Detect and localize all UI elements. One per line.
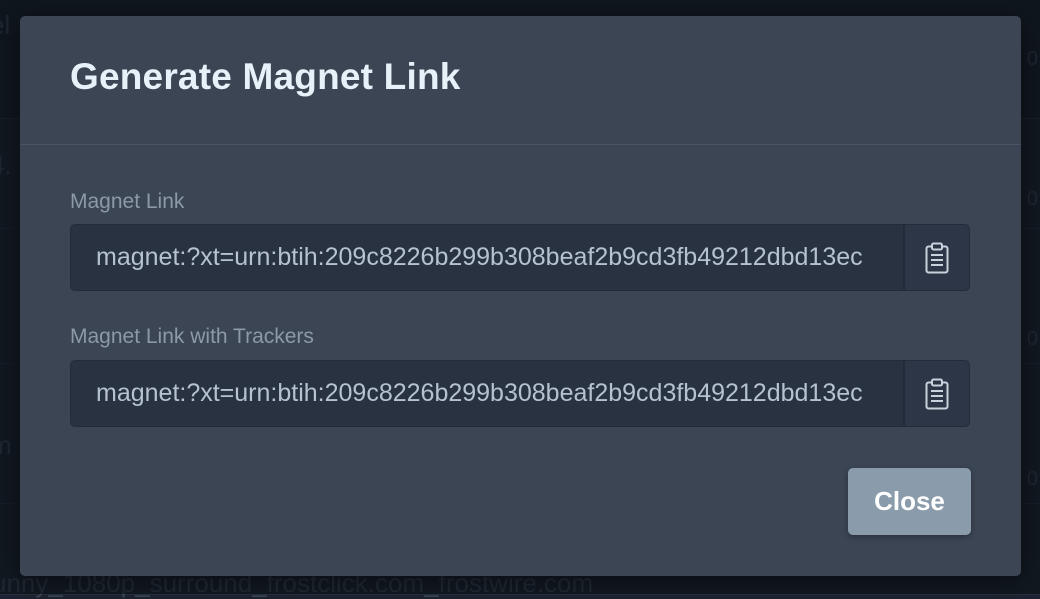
- copy-magnet-link-trackers-button[interactable]: [903, 361, 969, 426]
- clipboard-icon: [925, 378, 949, 410]
- magnet-link-label: Magnet Link: [70, 190, 185, 213]
- clipboard-icon: [925, 242, 949, 274]
- copy-magnet-link-button[interactable]: [903, 225, 969, 290]
- close-button[interactable]: Close: [848, 468, 971, 535]
- dialog-title: Generate Magnet Link: [70, 56, 461, 97]
- magnet-link-trackers-label: Magnet Link with Trackers: [70, 325, 314, 348]
- magnet-link-field-group: [70, 224, 970, 291]
- dialog-header: Generate Magnet Link: [20, 16, 1021, 145]
- magnet-link-input[interactable]: [71, 225, 903, 290]
- magnet-link-trackers-field-group: [70, 360, 970, 427]
- generate-magnet-link-dialog: Generate Magnet Link Magnet Link Magnet …: [20, 16, 1021, 576]
- magnet-link-trackers-input[interactable]: [71, 361, 903, 426]
